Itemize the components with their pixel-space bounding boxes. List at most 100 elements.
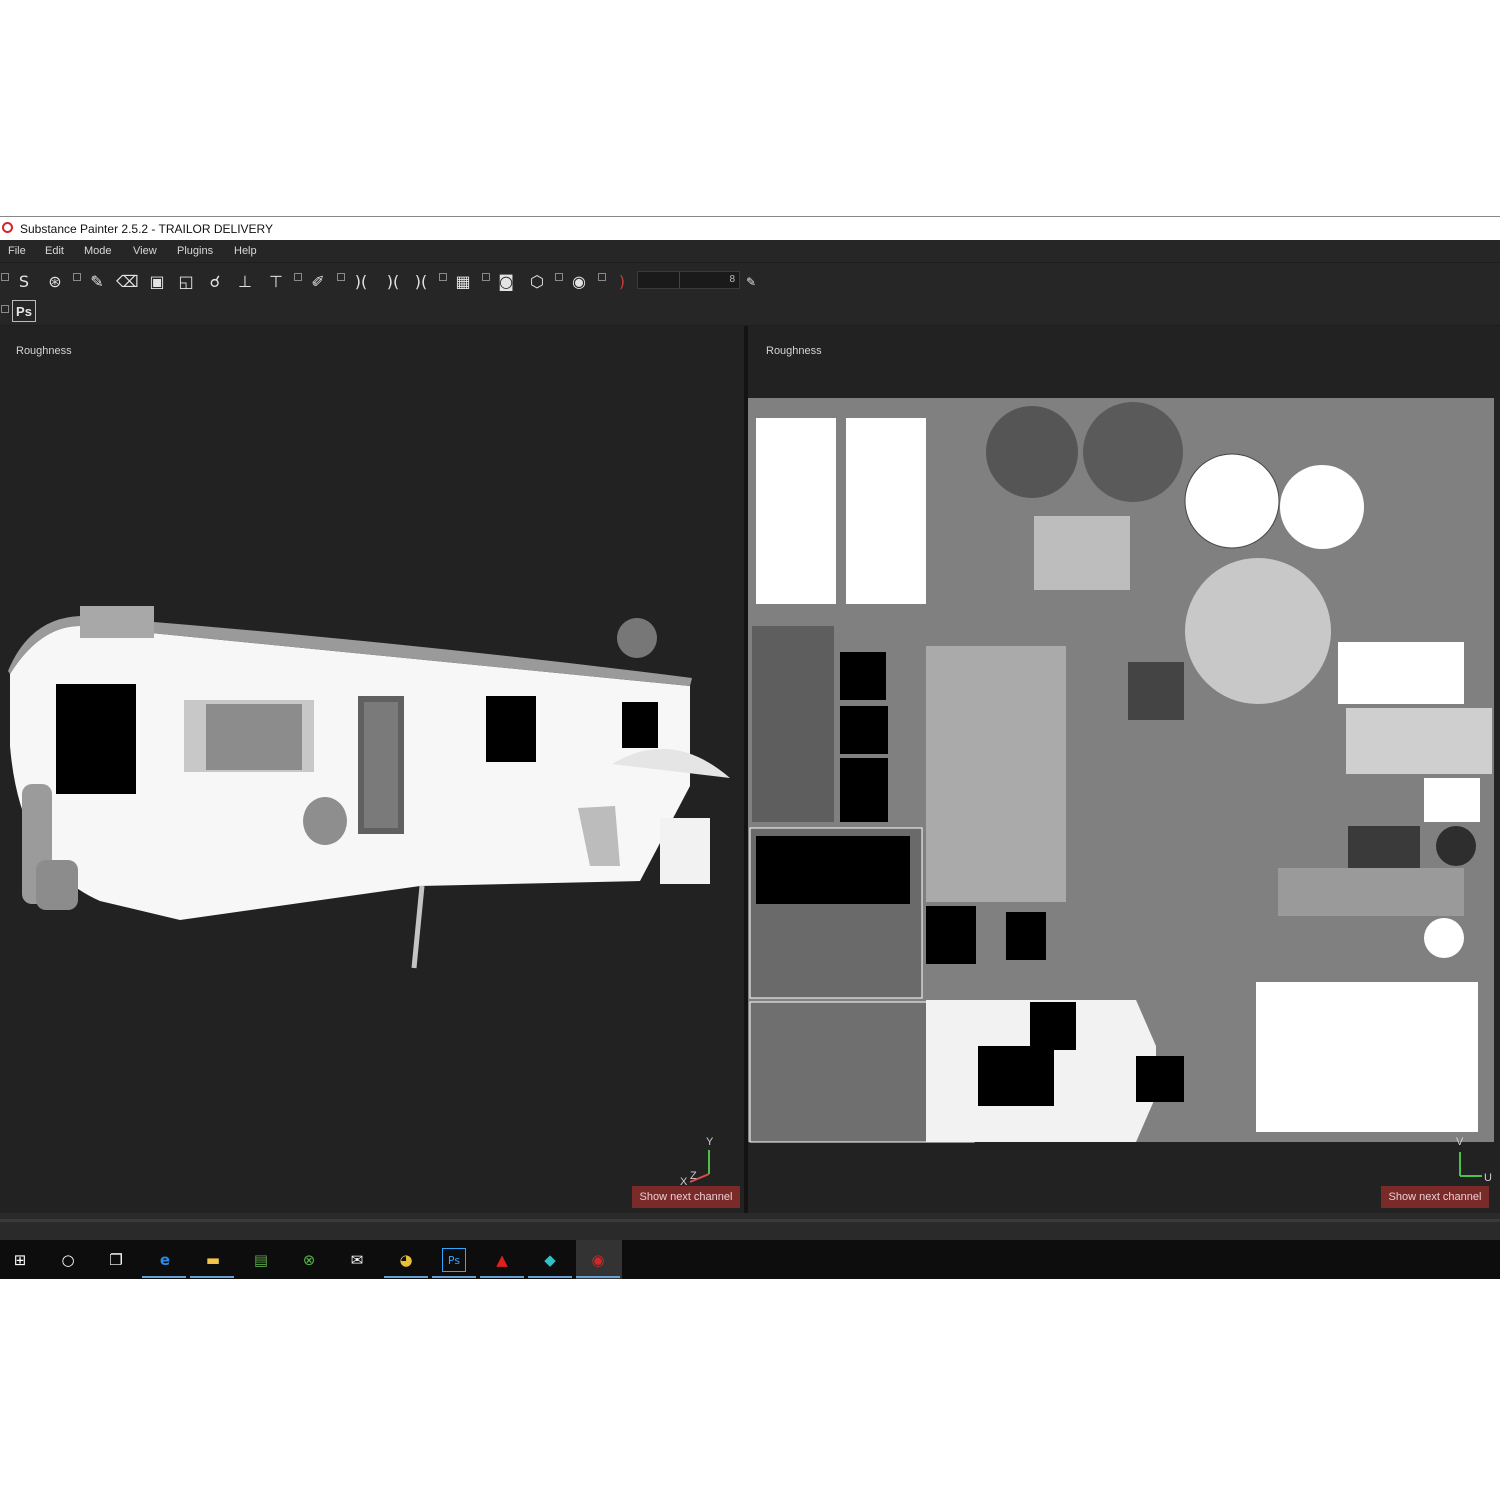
field-divider <box>679 272 680 288</box>
uv-black-block <box>1136 1056 1184 1102</box>
uv-black-square <box>840 758 888 822</box>
round-chair <box>303 797 347 845</box>
cable-spool-table <box>660 818 710 884</box>
cortana-search-icon[interactable]: ○ <box>56 1248 80 1272</box>
cube-icon[interactable]: ⬡ <box>526 271 548 293</box>
projection-icon[interactable]: ▣ <box>146 271 168 293</box>
running-indicator <box>528 1276 572 1278</box>
symmetry-y-icon[interactable]: )( <box>410 271 432 293</box>
menu-file[interactable]: File <box>8 245 26 257</box>
uv-dark-circle <box>1436 826 1476 866</box>
show-next-channel-button-2d[interactable]: Show next channel <box>1381 1186 1489 1208</box>
propane-tank-small <box>36 860 78 910</box>
uv-black-square <box>840 706 888 754</box>
detach-icon[interactable] <box>555 273 563 281</box>
paint-brush-icon[interactable]: ✎ <box>86 271 108 293</box>
detach-icon[interactable] <box>1 305 9 313</box>
uv-white-large-block <box>1256 982 1478 1132</box>
xbox-icon[interactable]: ⊗ <box>297 1248 321 1272</box>
menu-edit[interactable]: Edit <box>45 245 64 257</box>
trailer-window-center <box>206 704 302 770</box>
status-bar <box>0 1213 1500 1241</box>
smudge-icon[interactable]: ☌ <box>204 271 226 293</box>
detach-icon[interactable] <box>1 273 9 281</box>
uv-dark-block <box>1348 826 1420 868</box>
symmetry-icon[interactable]: )( <box>350 271 372 293</box>
running-indicator <box>142 1276 186 1278</box>
trailer-window-far <box>622 702 658 748</box>
substance-s-icon[interactable]: S <box>13 271 35 293</box>
maya-icon[interactable]: ◆ <box>538 1248 562 1272</box>
acrobat-icon[interactable]: ▲ <box>490 1248 514 1272</box>
menu-help[interactable]: Help <box>234 245 257 257</box>
symmetry-x-icon[interactable]: )( <box>382 271 404 293</box>
uv-white-panel <box>846 418 926 604</box>
substance-logo-icon <box>2 222 13 233</box>
substance-painter-window: Substance Painter 2.5.2 - TRAILOR DELIVE… <box>0 216 1500 1241</box>
roof-vent <box>80 606 154 638</box>
uv-strips-region <box>926 646 1066 902</box>
edge-browser-icon[interactable]: e <box>153 1248 177 1272</box>
store-app-icon[interactable]: ▤ <box>249 1248 273 1272</box>
menu-view[interactable]: View <box>133 245 157 257</box>
menu-plugins[interactable]: Plugins <box>177 245 213 257</box>
windows-start-icon[interactable]: ⊞ <box>8 1248 32 1272</box>
brush-size-field[interactable]: 8 <box>637 271 740 289</box>
substance-painter-taskbar-icon[interactable]: ◉ <box>586 1248 610 1272</box>
uv-black-square <box>1006 912 1046 960</box>
running-indicator <box>190 1276 234 1278</box>
view-mode-icon[interactable]: ▦ <box>452 271 474 293</box>
photoshop-icon[interactable]: Ps <box>442 1248 466 1272</box>
uv-wheel-pattern <box>1185 558 1331 704</box>
detach-icon[interactable] <box>482 273 490 281</box>
toolbar: S ⊛ ✎ ⌫ ▣ ◱ ☌ ⊥ ⊤ ✐ )( )( )( ▦ ◙ ⬡ ◉ ) 8… <box>0 263 1500 325</box>
windows-taskbar: ⊞ ○ ❐ e ▬ ▤ ⊗ ✉ ◕ Ps ▲ ◆ ◉ <box>0 1240 1500 1279</box>
detach-icon[interactable] <box>294 273 302 281</box>
uv-circle-white <box>1280 465 1364 549</box>
menu-mode[interactable]: Mode <box>84 245 112 257</box>
iray-icon[interactable]: ) <box>611 271 633 293</box>
color-picker-icon[interactable]: ✐ <box>307 271 329 293</box>
uv-dark-grid <box>1128 662 1184 720</box>
uv-striped-block <box>1346 708 1492 774</box>
mail-icon[interactable]: ✉ <box>345 1248 369 1272</box>
clone-stamp-icon[interactable]: ⊥ <box>234 271 256 293</box>
pen-edit-icon[interactable]: ✎ <box>740 271 762 293</box>
uv-white-panel <box>756 418 836 604</box>
window-title: Substance Painter 2.5.2 - TRAILOR DELIVE… <box>20 222 274 236</box>
satellite-dish <box>617 618 657 658</box>
status-divider <box>0 1219 1500 1222</box>
uv-white-circle <box>1424 918 1464 958</box>
uv-white-block <box>1338 642 1464 704</box>
uv-circle-dark <box>1083 402 1183 502</box>
material-picker-icon[interactable]: ⊤ <box>265 271 287 293</box>
file-explorer-icon[interactable]: ▬ <box>201 1248 225 1272</box>
eraser-icon[interactable]: ⌫ <box>116 271 139 293</box>
uv-circle-white <box>1184 453 1280 549</box>
door-glass <box>364 702 398 828</box>
uv-dark-panel <box>752 626 834 822</box>
viewport-2d[interactable]: Roughness V U Show next channel <box>748 326 1500 1213</box>
uv-circle-dark <box>986 406 1078 498</box>
running-indicator <box>432 1276 476 1278</box>
detach-icon[interactable] <box>598 273 606 281</box>
task-view-icon[interactable]: ❐ <box>104 1248 128 1272</box>
substance-circle-icon[interactable]: ⊛ <box>44 271 66 293</box>
show-next-channel-button-3d[interactable]: Show next channel <box>632 1186 740 1208</box>
trailer-model <box>8 606 730 1183</box>
camera-icon[interactable]: ◙ <box>495 271 517 293</box>
chrome-icon[interactable]: ◕ <box>394 1248 418 1272</box>
viewport-3d[interactable]: Roughness Y X Z Show next channel <box>0 326 744 1213</box>
running-indicator <box>384 1276 428 1278</box>
detach-icon[interactable] <box>439 273 447 281</box>
photoshop-export-button[interactable]: Ps <box>12 300 36 322</box>
detach-icon[interactable] <box>337 273 345 281</box>
trailer-window-left <box>56 684 136 794</box>
uv-black-square <box>840 652 886 700</box>
brush-size-value: 8 <box>729 274 735 285</box>
detach-icon[interactable] <box>73 273 81 281</box>
uv-texture-strip <box>1278 868 1464 916</box>
polygon-fill-icon[interactable]: ◱ <box>175 271 197 293</box>
screenshot-icon[interactable]: ◉ <box>568 271 590 293</box>
menu-bar: File Edit Mode View Plugins Help <box>0 240 1500 262</box>
